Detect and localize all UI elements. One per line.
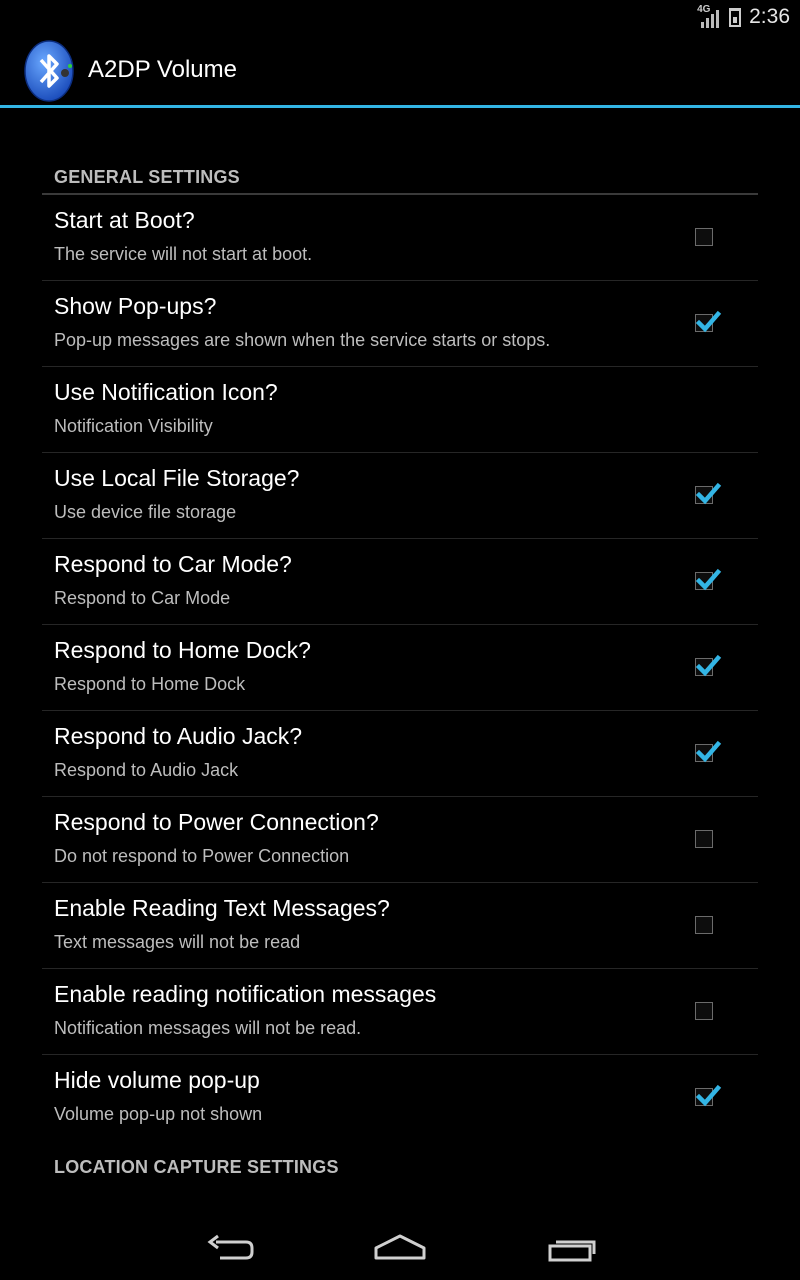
- setting-summary: Use device file storage: [54, 502, 237, 522]
- action-bar: A2DP Volume: [0, 34, 800, 108]
- clock: 2:36: [749, 5, 790, 28]
- setting-summary: Respond to Car Mode: [54, 588, 231, 608]
- checkbox-checked[interactable]: [694, 568, 722, 593]
- section-label: LOCATION CAPTURE SETTINGS: [54, 1157, 339, 1177]
- setting-summary: Volume pop-up not shown: [54, 1104, 263, 1124]
- checkbox-checked[interactable]: [694, 1084, 722, 1109]
- setting-row[interactable]: Enable Reading Text Messages? Text messag…: [42, 883, 758, 969]
- setting-summary: Respond to Audio Jack: [54, 760, 239, 780]
- setting-row[interactable]: Hide volume pop-up Volume pop-up not show…: [42, 1055, 758, 1141]
- setting-row[interactable]: Respond to Home Dock? Respond to Home Doc…: [42, 625, 758, 711]
- setting-row[interactable]: Respond to Car Mode? Respond to Car Mode: [42, 539, 758, 625]
- setting-title: Respond to Power Connection?: [54, 809, 379, 835]
- setting-row[interactable]: Enable reading notification messages Noti…: [42, 969, 758, 1055]
- setting-row[interactable]: Start at Boot? The service will not start…: [42, 195, 758, 281]
- setting-summary: The service will not start at boot.: [54, 244, 313, 264]
- checkbox-unchecked[interactable]: [694, 227, 716, 249]
- recents-icon[interactable]: [542, 1228, 602, 1268]
- setting-row[interactable]: Respond to Audio Jack? Respond to Audio J…: [42, 711, 758, 797]
- checkbox-unchecked[interactable]: [694, 1001, 716, 1023]
- setting-summary: Do not respond to Power Connection: [54, 846, 350, 866]
- section-label: GENERAL SETTINGS: [54, 167, 240, 187]
- setting-row[interactable]: Show Pop-ups? Pop-up messages are shown w…: [42, 281, 758, 367]
- battery-icon: [729, 7, 742, 27]
- app-title: A2DP Volume: [88, 56, 237, 83]
- setting-row[interactable]: Use Local File Storage? Use device file s…: [42, 453, 758, 539]
- setting-summary: Notification Visibility: [54, 416, 213, 436]
- setting-title: Hide volume pop-up: [54, 1067, 260, 1093]
- setting-title: Start at Boot?: [54, 207, 195, 233]
- setting-title: Use Local File Storage?: [54, 465, 300, 491]
- back-icon[interactable]: [200, 1228, 260, 1268]
- setting-summary: Respond to Home Dock: [54, 674, 246, 694]
- setting-title: Use Notification Icon?: [54, 379, 278, 405]
- setting-title: Respond to Home Dock?: [54, 637, 311, 663]
- setting-summary: Text messages will not be read: [54, 932, 301, 952]
- bluetooth-icon[interactable]: [24, 40, 76, 102]
- home-icon[interactable]: [370, 1228, 430, 1268]
- setting-summary: Notification messages will not be read.: [54, 1018, 362, 1038]
- setting-title: Respond to Audio Jack?: [54, 723, 303, 749]
- checkbox-checked[interactable]: [694, 482, 722, 507]
- setting-row[interactable]: Use Notification Icon? Notification Visib…: [42, 367, 758, 453]
- checkbox-checked[interactable]: [694, 654, 722, 679]
- checkbox-checked[interactable]: [694, 740, 722, 765]
- setting-title: Enable Reading Text Messages?: [54, 895, 390, 921]
- setting-row[interactable]: Respond to Power Connection? Do not respo…: [42, 797, 758, 883]
- setting-summary: Pop-up messages are shown when the servi…: [54, 330, 551, 350]
- setting-title: Show Pop-ups?: [54, 293, 217, 319]
- checkbox-unchecked[interactable]: [694, 829, 716, 851]
- location-capture-settings-header: LOCATION CAPTURE SETTINGS: [42, 1143, 758, 1183]
- signal-icon: 4G: [697, 4, 721, 28]
- general-settings-header: GENERAL SETTINGS: [42, 153, 758, 195]
- checkbox-checked[interactable]: [694, 310, 722, 335]
- checkbox-unchecked[interactable]: [694, 915, 716, 937]
- setting-title: Enable reading notification messages: [54, 981, 437, 1007]
- status-bar: 4G 2:36: [0, 0, 800, 34]
- action-bar-divider: [0, 105, 800, 108]
- status-icons: 4G 2:36: [697, 4, 790, 30]
- navigation-bar: [0, 1216, 800, 1280]
- setting-title: Respond to Car Mode?: [54, 551, 292, 577]
